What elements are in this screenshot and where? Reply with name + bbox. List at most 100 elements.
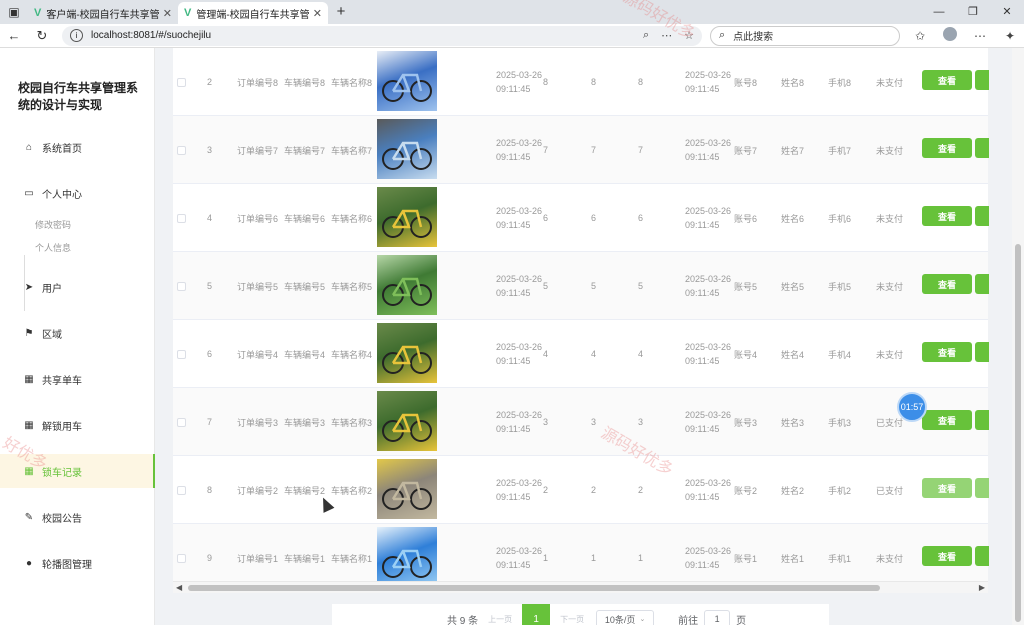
view-button[interactable]: 查看	[922, 546, 972, 566]
favorite-star-icon[interactable]: ☆	[684, 29, 694, 42]
cell-order: 订单编号3	[237, 417, 279, 428]
next-page-button[interactable]: 下一页	[560, 614, 584, 625]
cell-bikeno: 车辆编号8	[284, 77, 326, 88]
row-checkbox[interactable]	[177, 349, 186, 359]
sidebar-item-carousel[interactable]: ● 轮播图管理	[0, 546, 155, 580]
browser-tab-admin[interactable]: V 管理端-校园自行车共享管理系统的 ✕	[178, 2, 328, 24]
scrollbar-thumb[interactable]	[188, 585, 880, 591]
sidebar-subitem-change-password[interactable]: 修改密码	[35, 218, 71, 231]
edit-button[interactable]	[975, 410, 989, 430]
view-button[interactable]: 查看	[922, 342, 972, 362]
edit-button[interactable]	[975, 342, 989, 362]
time-text: 09:11:45	[685, 220, 720, 230]
row-checkbox[interactable]	[177, 145, 186, 155]
grid-icon: ▦	[24, 373, 34, 385]
edit-button[interactable]	[975, 138, 989, 158]
more-icon[interactable]: ⋯	[661, 29, 672, 42]
restore-icon[interactable]: ❐	[956, 0, 990, 24]
edit-button[interactable]	[975, 274, 989, 294]
edit-button[interactable]	[975, 546, 989, 566]
time-text: 09:11:45	[496, 84, 531, 94]
row-checkbox[interactable]	[177, 417, 186, 427]
time-text: 09:11:45	[685, 84, 720, 94]
vertical-scrollbar[interactable]	[1012, 48, 1024, 625]
cell-bikename: 车辆名称7	[331, 145, 373, 156]
sidebar-item-notices[interactable]: ✎ 校园公告	[0, 500, 155, 534]
tab-title: 客户端-校园自行车共享管理系统的	[46, 9, 159, 21]
timer-badge[interactable]: 01:57	[897, 392, 927, 422]
back-icon[interactable]: ←	[0, 28, 28, 43]
favorites-icon[interactable]: ✩	[910, 29, 930, 43]
browser-tab-bar: ▣ V 客户端-校园自行车共享管理系统的 ✕ V 管理端-校园自行车共享管理系统…	[0, 0, 1024, 24]
view-button[interactable]: 查看	[922, 206, 972, 226]
close-tab-icon[interactable]: ✕	[163, 7, 172, 20]
goto-page-input[interactable]: 1	[704, 610, 731, 625]
sidebar-item-shared-bikes[interactable]: ▦ 共享单车	[0, 362, 155, 396]
edit-button[interactable]	[975, 70, 989, 90]
row-checkbox[interactable]	[177, 553, 186, 563]
sidebar-item-area[interactable]: ⚑ 区域	[0, 316, 155, 350]
row-checkbox[interactable]	[177, 213, 186, 223]
cell-status: 未支付	[876, 145, 904, 156]
extensions-icon[interactable]: ⋯	[970, 29, 990, 43]
search-input[interactable]: ⌕ 点此搜索	[710, 25, 900, 46]
view-button[interactable]: 查看	[922, 410, 972, 430]
url-field[interactable]: i localhost:8081/#/suochejilu ⌕ ⋯ ☆	[62, 25, 702, 46]
prev-page-button[interactable]: 上一页	[488, 614, 512, 625]
view-button[interactable]: 查看	[922, 70, 972, 90]
sidebar-item-label: 锁车记录	[42, 467, 82, 479]
page-number-current[interactable]: 1	[522, 604, 551, 625]
cell-idx: 5	[207, 281, 213, 291]
date-text: 2025-03-26	[685, 478, 732, 488]
cell-c: 5	[638, 281, 644, 291]
scroll-right-icon[interactable]: ▶	[979, 582, 985, 594]
row-checkbox[interactable]	[177, 281, 186, 291]
cell-phone: 手机2	[828, 485, 852, 496]
edit-button[interactable]	[975, 478, 989, 498]
row-checkbox[interactable]	[177, 485, 186, 495]
view-button[interactable]: 查看	[922, 274, 972, 294]
close-window-icon[interactable]: ✕	[990, 0, 1024, 24]
scroll-left-icon[interactable]: ◀	[176, 582, 182, 594]
send-icon: ➤	[24, 281, 34, 293]
sidebar-item-label: 共享单车	[42, 375, 82, 387]
scrollbar-thumb[interactable]	[1015, 244, 1021, 622]
cell-b: 3	[591, 417, 597, 427]
sidebar-item-lock-records[interactable]: ▦ 锁车记录	[0, 454, 155, 488]
new-tab-button[interactable]: +	[328, 2, 354, 24]
view-button[interactable]: 查看	[922, 138, 972, 158]
grid-icon: ▦	[24, 419, 34, 431]
sidebar-subitem-profile[interactable]: 个人信息	[35, 241, 71, 254]
sidebar-item-users[interactable]: ➤ 用户	[0, 270, 155, 304]
time-text: 09:11:45	[685, 492, 720, 502]
time-text: 09:11:45	[496, 356, 531, 366]
minimize-icon[interactable]: —	[922, 0, 956, 24]
reload-icon[interactable]: ↻	[28, 28, 56, 44]
profile-avatar[interactable]	[940, 27, 960, 44]
tab-actions-icon[interactable]: ▣	[0, 0, 28, 24]
browser-tab-client[interactable]: V 客户端-校园自行车共享管理系统的 ✕	[28, 2, 178, 24]
pagination-total: 共 9 条	[447, 615, 479, 625]
zoom-icon[interactable]: ⌕	[643, 29, 649, 42]
close-tab-icon[interactable]: ✕	[313, 7, 322, 20]
cell-acct: 账号2	[734, 485, 758, 496]
time-text: 09:11:45	[496, 152, 531, 162]
view-button[interactable]: 查看	[922, 478, 972, 498]
horizontal-scrollbar[interactable]: ◀ ▶	[173, 581, 988, 593]
cell-datetime: 2025-03-26 09:11:45	[685, 320, 731, 388]
date-text: 2025-03-26	[685, 274, 732, 284]
cell-bikeno: 车辆编号6	[284, 213, 326, 224]
sidebar-item-home[interactable]: ⌂ 系统首页	[0, 130, 155, 164]
row-checkbox-cell	[177, 48, 186, 116]
copilot-icon[interactable]: ✦	[1000, 29, 1020, 43]
info-icon[interactable]: i	[70, 29, 83, 42]
edit-button[interactable]	[975, 206, 989, 226]
date-text: 2025-03-26	[496, 138, 543, 148]
sidebar-item-unlock[interactable]: ▦ 解锁用车	[0, 408, 155, 442]
row-checkbox[interactable]	[177, 77, 186, 87]
date-text: 2025-03-26	[496, 410, 543, 420]
page-size-select[interactable]: 10条/页 ⌄	[596, 610, 655, 625]
bike-image	[377, 119, 437, 179]
sidebar-item-personal-center[interactable]: ▭ 个人中心	[0, 176, 155, 210]
cell-idx: 3	[207, 145, 213, 155]
